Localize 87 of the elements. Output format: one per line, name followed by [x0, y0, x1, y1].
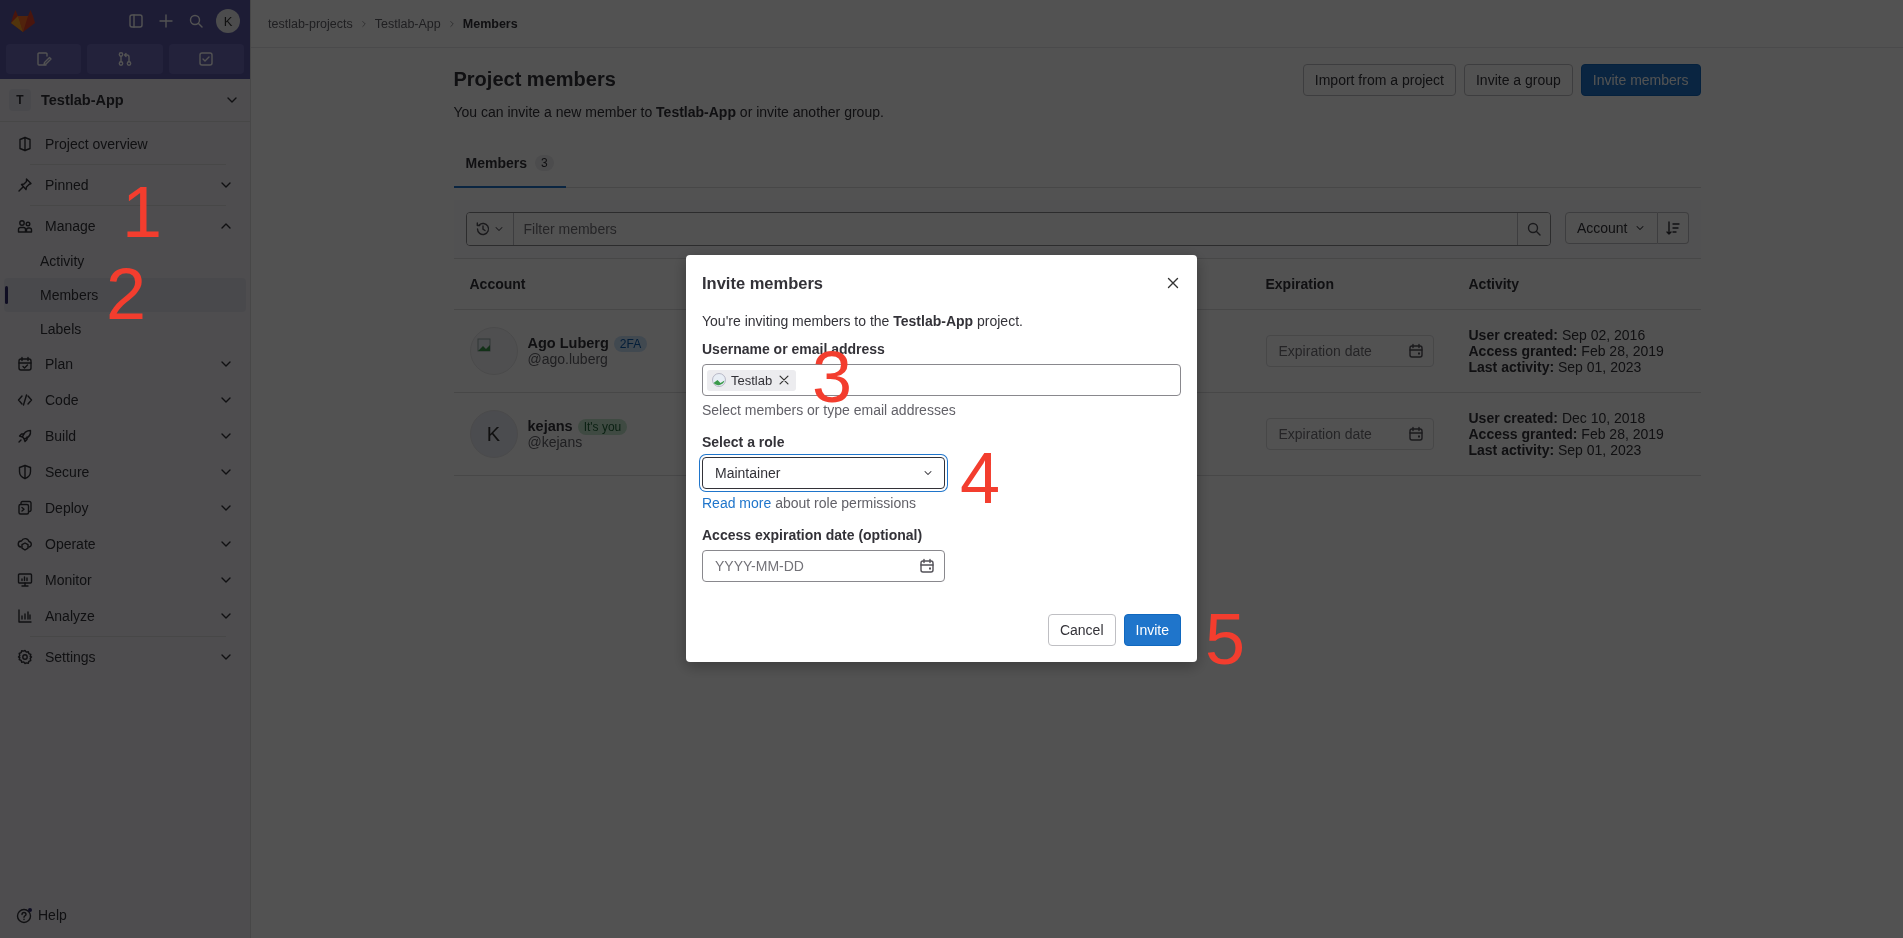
role-help-text: Read more about role permissions — [702, 495, 917, 511]
user-avatar: K — [469, 410, 518, 458]
column-header: Expiration — [1249, 259, 1453, 310]
annotation-number: 5 — [1205, 612, 1246, 666]
merge-requests-button[interactable] — [87, 44, 163, 74]
sidebar-toggle-icon[interactable] — [126, 11, 146, 31]
calendar-icon — [919, 558, 935, 574]
activity-line: Access granted: Feb 28, 2019 — [1468, 343, 1664, 359]
plus-icon[interactable] — [156, 11, 176, 31]
pin-icon — [17, 177, 33, 193]
recent-searches-dropdown[interactable] — [466, 213, 514, 245]
read-more-link[interactable]: Read more — [702, 495, 772, 511]
role-select[interactable]: Maintainer — [702, 457, 945, 489]
search-button[interactable] — [1516, 213, 1550, 245]
header-button[interactable]: Import from a project — [1302, 64, 1456, 96]
users-icon — [17, 218, 33, 234]
sort-icon — [1664, 220, 1681, 236]
member-name[interactable]: Ago Luberg — [527, 335, 609, 351]
help-icon — [16, 906, 34, 924]
dialog-intro-text: You're inviting members to the Testlab-App project. — [702, 313, 1024, 329]
chart-icon — [17, 608, 33, 624]
close-icon — [1165, 275, 1181, 291]
field-label: Access expiration date (optional) — [702, 527, 924, 543]
activity-line: User created: Dec 10, 2018 — [1468, 410, 1647, 426]
checkbox-icon — [198, 51, 215, 67]
shield-icon — [17, 464, 33, 480]
page-title: Project members — [453, 67, 617, 92]
column-header: Activity — [1452, 259, 1701, 310]
user-avatar[interactable]: K — [216, 9, 240, 33]
project-name[interactable]: Testlab-App — [41, 92, 214, 108]
calendar-icon — [1407, 426, 1424, 442]
sort-direction-button[interactable] — [1657, 212, 1689, 244]
activity-line: Last activity: Sep 01, 2023 — [1468, 442, 1643, 458]
sidebar-item[interactable]: Manage — [45, 218, 96, 234]
date-input-field[interactable]: YYYY-MM-DD — [702, 550, 945, 582]
image-avatar-icon — [712, 373, 726, 387]
search-icon — [1525, 221, 1542, 237]
field-help-text: Select members or type email addresses — [702, 402, 957, 418]
members-tab[interactable]: Members 3 — [453, 140, 566, 188]
sidebar-item[interactable]: Pinned — [45, 177, 89, 193]
book-icon — [17, 136, 33, 152]
invite-members-button[interactable]: Invite members — [1580, 64, 1701, 96]
activity-line: User created: Sep 02, 2016 — [1468, 327, 1647, 343]
invite-button[interactable]: Invite — [1123, 614, 1181, 646]
sidebar-item[interactable]: Operate — [45, 536, 96, 552]
activity-line: Last activity: Sep 01, 2023 — [1468, 359, 1643, 375]
status-badge: 2FA — [613, 336, 648, 352]
cloud-icon — [17, 536, 33, 552]
annotation-number: 4 — [960, 451, 1001, 505]
page-description: You can invite a new member to Testlab-App or invite another group. — [453, 104, 885, 120]
sidebar-item[interactable]: Analyze — [45, 608, 95, 624]
help-link[interactable]: Help — [0, 906, 250, 938]
calendar-icon — [17, 356, 33, 372]
history-icon — [474, 221, 491, 237]
sidebar-item[interactable]: Project overview — [45, 136, 148, 152]
issues-button[interactable] — [6, 44, 82, 74]
header-button[interactable]: Invite a group — [1463, 64, 1573, 96]
todo-button[interactable] — [168, 44, 244, 74]
fox-logo-icon[interactable] — [10, 9, 36, 33]
sort-dropdown[interactable]: Account — [1564, 212, 1658, 244]
annotation-number: 1 — [122, 185, 163, 239]
document-pencil-icon — [35, 51, 52, 67]
rocket-icon — [17, 428, 33, 444]
user-token: Testlab — [707, 369, 797, 391]
calendar-icon — [1407, 343, 1424, 359]
sidebar-item[interactable]: Code — [45, 392, 79, 408]
broken-image-icon — [476, 338, 491, 352]
merge-request-icon — [117, 51, 133, 67]
activity-line: Access granted: Feb 28, 2019 — [1468, 426, 1664, 442]
member-name[interactable]: kejans — [527, 418, 573, 434]
sidebar-item[interactable]: Build — [45, 428, 77, 444]
count-badge: 3 — [534, 155, 554, 171]
field-label: Select a role — [702, 434, 786, 450]
breadcrumb-link[interactable]: Members — [462, 16, 518, 31]
code-icon — [17, 392, 33, 408]
sidebar-item[interactable]: Monitor — [45, 572, 92, 588]
sidebar-item[interactable]: Secure — [45, 464, 90, 480]
close-button[interactable] — [1165, 275, 1181, 291]
gear-icon — [17, 649, 33, 665]
sidebar-item[interactable]: Plan — [45, 356, 74, 372]
terminal-icon — [17, 500, 33, 516]
sidebar-item[interactable]: Settings — [45, 649, 96, 665]
cancel-button[interactable]: Cancel — [1047, 614, 1116, 646]
dialog-title: Invite members — [702, 273, 825, 293]
monitor-icon — [17, 572, 33, 588]
sidebar-item[interactable]: Deploy — [45, 500, 89, 516]
project-avatar: T — [9, 89, 31, 111]
